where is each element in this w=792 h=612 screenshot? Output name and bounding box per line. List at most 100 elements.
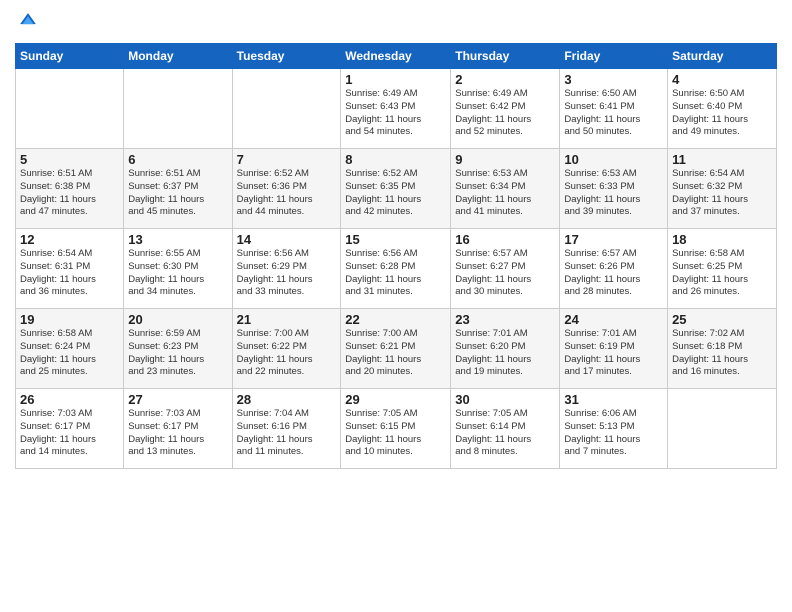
day-cell-1: 1Sunrise: 6:49 AM Sunset: 6:43 PM Daylig…: [341, 69, 451, 149]
day-number: 7: [237, 152, 337, 167]
day-info: Sunrise: 6:50 AM Sunset: 6:41 PM Dayligh…: [564, 88, 663, 139]
day-cell-9: 9Sunrise: 6:53 AM Sunset: 6:34 PM Daylig…: [451, 149, 560, 229]
day-cell-20: 20Sunrise: 6:59 AM Sunset: 6:23 PM Dayli…: [124, 309, 232, 389]
day-info: Sunrise: 6:56 AM Sunset: 6:29 PM Dayligh…: [237, 248, 337, 299]
day-number: 4: [672, 72, 772, 87]
day-number: 3: [564, 72, 663, 87]
day-cell-31: 31Sunrise: 6:06 AM Sunset: 5:13 PM Dayli…: [560, 389, 668, 469]
day-info: Sunrise: 6:53 AM Sunset: 6:34 PM Dayligh…: [455, 168, 555, 219]
day-cell-11: 11Sunrise: 6:54 AM Sunset: 6:32 PM Dayli…: [668, 149, 777, 229]
day-info: Sunrise: 6:53 AM Sunset: 6:33 PM Dayligh…: [564, 168, 663, 219]
day-number: 22: [345, 312, 446, 327]
day-info: Sunrise: 6:54 AM Sunset: 6:31 PM Dayligh…: [20, 248, 119, 299]
day-number: 25: [672, 312, 772, 327]
day-number: 15: [345, 232, 446, 247]
day-cell-7: 7Sunrise: 6:52 AM Sunset: 6:36 PM Daylig…: [232, 149, 341, 229]
day-info: Sunrise: 6:58 AM Sunset: 6:24 PM Dayligh…: [20, 328, 119, 379]
day-cell-15: 15Sunrise: 6:56 AM Sunset: 6:28 PM Dayli…: [341, 229, 451, 309]
day-cell-8: 8Sunrise: 6:52 AM Sunset: 6:35 PM Daylig…: [341, 149, 451, 229]
day-number: 23: [455, 312, 555, 327]
day-cell-27: 27Sunrise: 7:03 AM Sunset: 6:17 PM Dayli…: [124, 389, 232, 469]
day-number: 17: [564, 232, 663, 247]
day-cell-14: 14Sunrise: 6:56 AM Sunset: 6:29 PM Dayli…: [232, 229, 341, 309]
day-number: 16: [455, 232, 555, 247]
empty-cell: [668, 389, 777, 469]
day-cell-12: 12Sunrise: 6:54 AM Sunset: 6:31 PM Dayli…: [16, 229, 124, 309]
day-number: 28: [237, 392, 337, 407]
day-info: Sunrise: 7:01 AM Sunset: 6:19 PM Dayligh…: [564, 328, 663, 379]
day-info: Sunrise: 6:51 AM Sunset: 6:38 PM Dayligh…: [20, 168, 119, 219]
day-info: Sunrise: 7:00 AM Sunset: 6:21 PM Dayligh…: [345, 328, 446, 379]
week-row-3: 12Sunrise: 6:54 AM Sunset: 6:31 PM Dayli…: [16, 229, 777, 309]
weekday-thursday: Thursday: [451, 44, 560, 69]
day-cell-28: 28Sunrise: 7:04 AM Sunset: 6:16 PM Dayli…: [232, 389, 341, 469]
empty-cell: [16, 69, 124, 149]
day-number: 9: [455, 152, 555, 167]
day-info: Sunrise: 6:56 AM Sunset: 6:28 PM Dayligh…: [345, 248, 446, 299]
day-cell-25: 25Sunrise: 7:02 AM Sunset: 6:18 PM Dayli…: [668, 309, 777, 389]
day-cell-6: 6Sunrise: 6:51 AM Sunset: 6:37 PM Daylig…: [124, 149, 232, 229]
day-number: 12: [20, 232, 119, 247]
week-row-5: 26Sunrise: 7:03 AM Sunset: 6:17 PM Dayli…: [16, 389, 777, 469]
weekday-monday: Monday: [124, 44, 232, 69]
day-info: Sunrise: 6:57 AM Sunset: 6:26 PM Dayligh…: [564, 248, 663, 299]
day-info: Sunrise: 6:52 AM Sunset: 6:35 PM Dayligh…: [345, 168, 446, 219]
day-info: Sunrise: 7:03 AM Sunset: 6:17 PM Dayligh…: [128, 408, 227, 459]
week-row-4: 19Sunrise: 6:58 AM Sunset: 6:24 PM Dayli…: [16, 309, 777, 389]
day-cell-16: 16Sunrise: 6:57 AM Sunset: 6:27 PM Dayli…: [451, 229, 560, 309]
calendar-table: SundayMondayTuesdayWednesdayThursdayFrid…: [15, 43, 777, 469]
day-info: Sunrise: 6:50 AM Sunset: 6:40 PM Dayligh…: [672, 88, 772, 139]
day-cell-5: 5Sunrise: 6:51 AM Sunset: 6:38 PM Daylig…: [16, 149, 124, 229]
day-cell-30: 30Sunrise: 7:05 AM Sunset: 6:14 PM Dayli…: [451, 389, 560, 469]
day-number: 1: [345, 72, 446, 87]
day-number: 10: [564, 152, 663, 167]
day-info: Sunrise: 7:01 AM Sunset: 6:20 PM Dayligh…: [455, 328, 555, 379]
week-row-1: 1Sunrise: 6:49 AM Sunset: 6:43 PM Daylig…: [16, 69, 777, 149]
day-number: 5: [20, 152, 119, 167]
day-cell-19: 19Sunrise: 6:58 AM Sunset: 6:24 PM Dayli…: [16, 309, 124, 389]
day-info: Sunrise: 7:05 AM Sunset: 6:14 PM Dayligh…: [455, 408, 555, 459]
day-info: Sunrise: 6:57 AM Sunset: 6:27 PM Dayligh…: [455, 248, 555, 299]
weekday-tuesday: Tuesday: [232, 44, 341, 69]
day-number: 8: [345, 152, 446, 167]
day-info: Sunrise: 6:51 AM Sunset: 6:37 PM Dayligh…: [128, 168, 227, 219]
day-info: Sunrise: 7:02 AM Sunset: 6:18 PM Dayligh…: [672, 328, 772, 379]
day-info: Sunrise: 6:54 AM Sunset: 6:32 PM Dayligh…: [672, 168, 772, 219]
weekday-header-row: SundayMondayTuesdayWednesdayThursdayFrid…: [16, 44, 777, 69]
day-number: 11: [672, 152, 772, 167]
day-number: 26: [20, 392, 119, 407]
day-cell-17: 17Sunrise: 6:57 AM Sunset: 6:26 PM Dayli…: [560, 229, 668, 309]
day-info: Sunrise: 6:49 AM Sunset: 6:43 PM Dayligh…: [345, 88, 446, 139]
empty-cell: [124, 69, 232, 149]
day-cell-3: 3Sunrise: 6:50 AM Sunset: 6:41 PM Daylig…: [560, 69, 668, 149]
day-number: 31: [564, 392, 663, 407]
day-number: 2: [455, 72, 555, 87]
day-number: 27: [128, 392, 227, 407]
day-cell-18: 18Sunrise: 6:58 AM Sunset: 6:25 PM Dayli…: [668, 229, 777, 309]
day-cell-24: 24Sunrise: 7:01 AM Sunset: 6:19 PM Dayli…: [560, 309, 668, 389]
day-number: 29: [345, 392, 446, 407]
day-info: Sunrise: 6:49 AM Sunset: 6:42 PM Dayligh…: [455, 88, 555, 139]
day-cell-22: 22Sunrise: 7:00 AM Sunset: 6:21 PM Dayli…: [341, 309, 451, 389]
day-info: Sunrise: 6:06 AM Sunset: 5:13 PM Dayligh…: [564, 408, 663, 459]
day-info: Sunrise: 7:04 AM Sunset: 6:16 PM Dayligh…: [237, 408, 337, 459]
day-cell-23: 23Sunrise: 7:01 AM Sunset: 6:20 PM Dayli…: [451, 309, 560, 389]
weekday-sunday: Sunday: [16, 44, 124, 69]
day-number: 19: [20, 312, 119, 327]
empty-cell: [232, 69, 341, 149]
day-cell-2: 2Sunrise: 6:49 AM Sunset: 6:42 PM Daylig…: [451, 69, 560, 149]
day-info: Sunrise: 7:03 AM Sunset: 6:17 PM Dayligh…: [20, 408, 119, 459]
day-cell-29: 29Sunrise: 7:05 AM Sunset: 6:15 PM Dayli…: [341, 389, 451, 469]
logo-icon: [17, 10, 39, 32]
day-number: 21: [237, 312, 337, 327]
day-cell-4: 4Sunrise: 6:50 AM Sunset: 6:40 PM Daylig…: [668, 69, 777, 149]
day-info: Sunrise: 6:59 AM Sunset: 6:23 PM Dayligh…: [128, 328, 227, 379]
day-info: Sunrise: 6:55 AM Sunset: 6:30 PM Dayligh…: [128, 248, 227, 299]
day-info: Sunrise: 7:05 AM Sunset: 6:15 PM Dayligh…: [345, 408, 446, 459]
day-info: Sunrise: 6:52 AM Sunset: 6:36 PM Dayligh…: [237, 168, 337, 219]
day-info: Sunrise: 7:00 AM Sunset: 6:22 PM Dayligh…: [237, 328, 337, 379]
page: SundayMondayTuesdayWednesdayThursdayFrid…: [0, 0, 792, 612]
weekday-friday: Friday: [560, 44, 668, 69]
day-number: 20: [128, 312, 227, 327]
day-number: 14: [237, 232, 337, 247]
